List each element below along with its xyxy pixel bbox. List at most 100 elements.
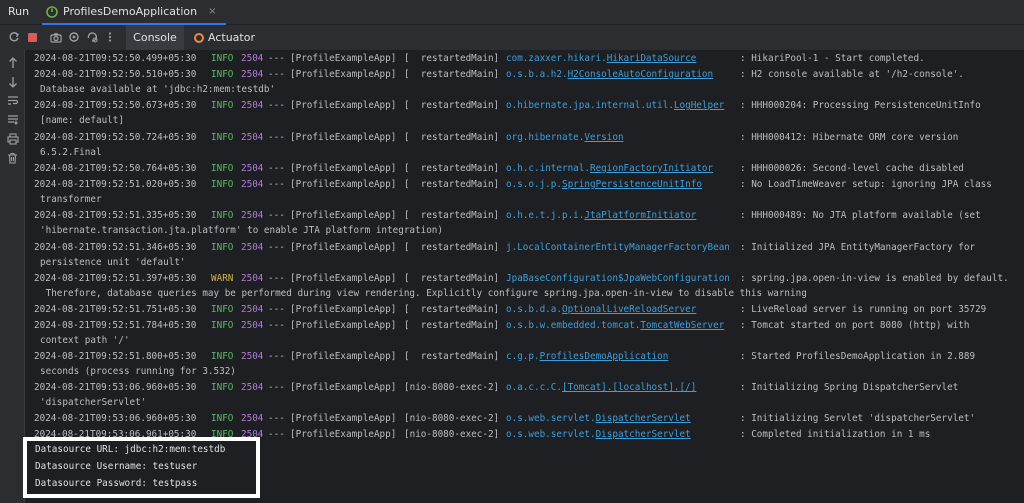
log-separator: --- — [268, 163, 285, 174]
log-logger-prefix: JpaBaseConfiguration$JpaWebConfiguration — [506, 273, 730, 284]
tool-window-header: Run ProfilesDemoApplication × — [0, 0, 1024, 25]
log-continuation: 'hibernate.transaction.jta.platform' to … — [40, 225, 443, 236]
log-timestamp: 2024-08-21T09:52:50.499+05:30 — [34, 53, 197, 64]
log-logger-link[interactable]: j.LocalContainerEntityManagerFactoryBean — [506, 240, 730, 256]
log-logger-link[interactable]: o.a.c.c.C.[Tomcat].[localhost].[/] — [506, 380, 696, 396]
log-message: : HHH000412: Hibernate ORM core version — [740, 132, 959, 143]
log-separator: --- — [268, 382, 285, 393]
trash-icon[interactable] — [6, 151, 19, 164]
log-timestamp: 2024-08-21T09:52:50.510+05:30 — [34, 69, 197, 80]
log-thread: [nio-8080-exec-2] — [404, 382, 500, 393]
log-separator: --- — [268, 320, 285, 331]
log-app-name: [ProfileExampleApp] — [290, 179, 397, 190]
log-logger-class[interactable]: H2ConsoleAutoConfiguration — [568, 69, 714, 80]
log-message: : spring.jpa.open-in-view is enabled by … — [740, 273, 1009, 284]
log-logger-prefix: o.s.b.d.a. — [506, 304, 562, 315]
log-logger-link[interactable]: o.s.web.servlet.DispatcherServlet — [506, 411, 691, 427]
log-logger-link[interactable]: o.s.web.servlet.DispatcherServlet — [506, 427, 691, 443]
log-thread: [ restartedMain] — [404, 210, 500, 221]
log-logger-link[interactable]: c.g.p.ProfilesDemoApplication — [506, 349, 668, 365]
log-pid: 2504 — [241, 132, 264, 143]
log-logger-prefix: o.s.web.servlet. — [506, 429, 596, 440]
log-logger-link[interactable]: o.s.o.j.p.SpringPersistenceUnitInfo — [506, 177, 702, 193]
log-pid: 2504 — [241, 163, 264, 174]
log-timestamp: 2024-08-21T09:53:06.960+05:30 — [34, 413, 197, 424]
close-tab-icon[interactable]: × — [208, 6, 216, 17]
log-logger-class[interactable]: [Tomcat].[localhost].[/] — [562, 382, 696, 393]
log-logger-class[interactable]: HikariDataSource — [607, 53, 697, 64]
log-logger-class[interactable]: Version — [584, 132, 623, 143]
log-logger-link[interactable]: o.s.b.w.embedded.tomcat.TomcatWebServer — [506, 318, 724, 334]
rerun-icon[interactable] — [8, 31, 20, 43]
log-logger-prefix: o.h.c.internal. — [506, 163, 590, 174]
log-app-name: [ProfileExampleApp] — [290, 273, 397, 284]
log-message: : LiveReload server is running on port 3… — [740, 304, 987, 315]
scroll-to-end-icon[interactable] — [6, 113, 19, 126]
log-app-name: [ProfileExampleApp] — [290, 413, 397, 424]
more-icon[interactable] — [104, 31, 116, 43]
log-message: : Initializing Spring DispatcherServlet — [740, 382, 959, 393]
log-message: : HHH000489: No JTA platform available (… — [740, 210, 981, 221]
log-logger-link[interactable]: com.zaxxer.hikari.HikariDataSource — [506, 51, 696, 67]
log-continuation: 'dispatcherServlet' — [40, 397, 147, 408]
log-level: INFO — [211, 100, 234, 111]
log-logger-class[interactable]: RegionFactoryInitiator — [590, 163, 713, 174]
stop-icon[interactable] — [26, 31, 38, 43]
log-separator: --- — [268, 304, 285, 315]
console-output[interactable]: 2024-08-21T09:52:50.499+05:30 INFO 2504 ---… — [26, 50, 1024, 503]
settings-icon[interactable] — [68, 31, 80, 43]
log-logger-link[interactable]: o.h.c.internal.RegionFactoryInitiator — [506, 161, 713, 177]
tab-console[interactable]: Console — [126, 25, 184, 50]
soft-wrap-icon[interactable] — [6, 94, 19, 107]
log-logger-link[interactable]: o.s.b.a.h2.H2ConsoleAutoConfiguration — [506, 67, 713, 83]
arrow-up-icon[interactable] — [6, 56, 19, 69]
log-timestamp: 2024-08-21T09:52:51.751+05:30 — [34, 304, 197, 315]
camera-icon[interactable] — [50, 31, 62, 43]
datasource-password-line: Datasource Password: testpass — [35, 478, 198, 489]
print-icon[interactable] — [6, 132, 19, 145]
log-separator: --- — [268, 69, 285, 80]
log-separator: --- — [268, 132, 285, 143]
log-logger-link[interactable]: o.h.e.t.j.p.i.JtaPlatformInitiator — [506, 208, 696, 224]
log-logger-link[interactable]: o.s.b.d.a.OptionalLiveReloadServer — [506, 302, 696, 318]
log-continuation: context path '/' — [40, 335, 130, 346]
log-level: INFO — [211, 179, 234, 190]
log-separator: --- — [268, 179, 285, 190]
log-pid: 2504 — [241, 53, 264, 64]
spring-boot-icon — [46, 5, 58, 18]
log-message: : HHH000026: Second-level cache disabled — [740, 163, 964, 174]
log-pid: 2504 — [241, 320, 264, 331]
log-logger-class[interactable]: DispatcherServlet — [596, 429, 691, 440]
log-thread: [ restartedMain] — [404, 351, 500, 362]
log-logger-link[interactable]: org.hibernate.Version — [506, 130, 624, 146]
tab-actuator-label: Actuator — [208, 31, 255, 44]
log-logger-prefix: j.LocalContainerEntityManagerFactoryBean — [506, 242, 730, 253]
log-separator: --- — [268, 53, 285, 64]
log-app-name: [ProfileExampleApp] — [290, 163, 397, 174]
log-logger-class[interactable]: TomcatWebServer — [640, 320, 724, 331]
refresh-icon[interactable] — [86, 31, 98, 43]
log-app-name: [ProfileExampleApp] — [290, 429, 397, 440]
tab-actuator[interactable]: Actuator — [188, 25, 261, 50]
log-logger-class[interactable]: ProfilesDemoApplication — [540, 351, 669, 362]
log-level: WARN — [211, 273, 234, 284]
log-message: : Initializing Servlet 'dispatcherServle… — [740, 413, 976, 424]
log-logger-class[interactable]: OptionalLiveReloadServer — [562, 304, 696, 315]
arrow-down-icon[interactable] — [6, 75, 19, 88]
log-thread: [ restartedMain] — [404, 53, 500, 64]
log-logger-class[interactable]: DispatcherServlet — [596, 413, 691, 424]
log-logger-prefix: o.s.b.a.h2. — [506, 69, 568, 80]
log-app-name: [ProfileExampleApp] — [290, 242, 397, 253]
log-thread: [ restartedMain] — [404, 320, 500, 331]
console-sidebar — [0, 50, 25, 503]
log-level: INFO — [211, 132, 234, 143]
log-timestamp: 2024-08-21T09:52:50.673+05:30 — [34, 100, 197, 111]
log-logger-class[interactable]: SpringPersistenceUnitInfo — [562, 179, 702, 190]
log-logger-class[interactable]: LogHelper — [674, 100, 724, 111]
log-thread: [ restartedMain] — [404, 163, 500, 174]
log-logger-link[interactable]: JpaBaseConfiguration$JpaWebConfiguration — [506, 271, 730, 287]
run-config-tab[interactable]: ProfilesDemoApplication × — [42, 0, 227, 25]
log-logger-link[interactable]: o.hibernate.jpa.internal.util.LogHelper — [506, 98, 724, 114]
log-timestamp: 2024-08-21T09:52:51.346+05:30 — [34, 242, 197, 253]
log-logger-class[interactable]: JtaPlatformInitiator — [584, 210, 696, 221]
